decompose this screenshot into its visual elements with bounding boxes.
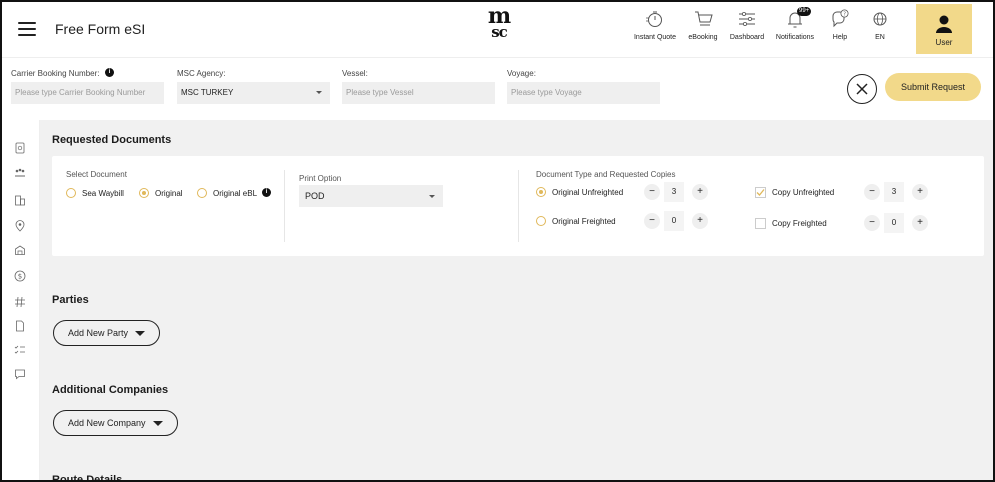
globe-icon [873,12,887,26]
document-search-icon[interactable] [14,142,26,154]
company-icon[interactable] [14,194,26,206]
cargo-icon[interactable] [14,244,26,256]
top-header: Free Form eSI m sc Instant Quote eBookin… [2,2,993,58]
location-pin-icon[interactable] [14,220,26,232]
decrement-button[interactable]: − [644,213,660,229]
info-icon[interactable]: i [105,68,114,77]
checkbox-label-copy-unfreighted: Copy Unfreighted [772,188,835,197]
radio-label-sea-waybill: Sea Waybill [82,189,124,198]
radio-label-original-freighted: Original Freighted [552,217,616,226]
parties-icon[interactable] [14,166,26,178]
menu-icon[interactable] [18,22,36,36]
caret-down-icon [429,195,435,198]
caret-down-icon [316,91,322,94]
additional-companies-title: Additional Companies [52,384,169,396]
msc-logo[interactable]: m sc [479,5,519,48]
decrement-button[interactable]: − [864,184,880,200]
nav-dashboard[interactable]: Dashboard [728,8,766,52]
checkbox-copy-freighted[interactable] [755,218,766,229]
cart-icon [695,11,713,26]
radio-label-original: Original [155,189,183,198]
nav-help[interactable]: ? Help [828,8,852,52]
increment-button[interactable]: + [692,213,708,229]
file-icon[interactable] [14,320,26,332]
nav-ebooking[interactable]: eBooking [686,8,720,52]
charges-dollar-icon[interactable]: $ [14,270,26,282]
increment-button[interactable]: + [692,184,708,200]
left-sidebar: $ [2,120,40,480]
increment-button[interactable]: + [912,184,928,200]
radio-label-original-ebl: Original eBL [213,189,258,198]
app-title: Free Form eSI [55,21,146,37]
print-option-label: Print Option [299,174,342,183]
nav-language[interactable]: EN [868,8,892,52]
user-button[interactable]: User [916,4,972,54]
nav-notifications[interactable]: 99+ Notifications [773,7,817,52]
svg-text:?: ? [843,11,846,17]
radio-sea-waybill[interactable] [66,188,76,198]
caret-down-icon [135,331,145,336]
chat-icon[interactable] [14,368,26,380]
vessel-label: Vessel: [342,69,368,78]
app-frame: Free Form eSI m sc Instant Quote eBookin… [0,0,995,482]
submit-request-button[interactable]: Submit Request [885,73,981,101]
decrement-button[interactable]: − [644,184,660,200]
add-new-company-button[interactable]: Add New Company [53,410,178,436]
help-chat-icon: ? [832,9,849,28]
svg-text:$: $ [18,273,22,281]
route-details-title: Route Details [52,474,123,482]
parties-title: Parties [52,294,89,306]
copies-value[interactable]: 0 [884,213,904,233]
copies-value[interactable]: 3 [664,182,684,202]
nav-instant-quote[interactable]: Instant Quote [632,8,678,52]
user-label: User [935,38,953,47]
copies-value[interactable]: 0 [664,211,684,231]
requested-documents-card: Select Document Sea Waybill Original Ori… [52,156,984,256]
main-content: Requested Documents Select Document Sea … [40,120,993,482]
stopwatch-icon [646,11,662,27]
print-option-select[interactable]: POD [299,185,443,207]
divider [284,170,285,242]
caret-down-icon [153,421,163,426]
divider [518,170,519,242]
increment-button[interactable]: + [912,215,928,231]
copies-value[interactable]: 3 [884,182,904,202]
radio-original[interactable] [139,188,149,198]
msc-agency-select[interactable]: MSC TURKEY [177,82,330,104]
sliders-icon [739,12,755,26]
radio-original-ebl[interactable] [197,188,207,198]
radio-label-original-unfreighted: Original Unfreighted [552,188,624,197]
document-type-label: Document Type and Requested Copies [536,170,676,179]
carrier-booking-label: Carrier Booking Number: [11,69,100,78]
checklist-icon[interactable] [14,344,26,356]
carrier-booking-input[interactable]: Please type Carrier Booking Number [11,82,164,104]
voyage-label: Voyage: [507,69,536,78]
voyage-input[interactable]: Please type Voyage [507,82,660,104]
add-new-party-button[interactable]: Add New Party [53,320,160,346]
msc-agency-label: MSC Agency: [177,69,226,78]
checkbox-label-copy-freighted: Copy Freighted [772,219,827,228]
info-icon[interactable]: i [262,188,271,197]
requested-documents-title: Requested Documents [52,134,172,146]
checkbox-copy-unfreighted[interactable] [755,187,766,198]
radio-original-freighted[interactable] [536,216,546,226]
decrement-button[interactable]: − [864,215,880,231]
notification-count-badge: 99+ [797,7,812,16]
close-icon [855,82,868,95]
radio-original-unfreighted[interactable] [536,187,546,197]
hashtag-icon[interactable] [14,296,26,308]
checkmark-icon [756,189,765,196]
vessel-input[interactable]: Please type Vessel [342,82,495,104]
close-button[interactable] [847,74,877,104]
user-icon [936,15,952,33]
select-document-label: Select Document [66,170,127,179]
